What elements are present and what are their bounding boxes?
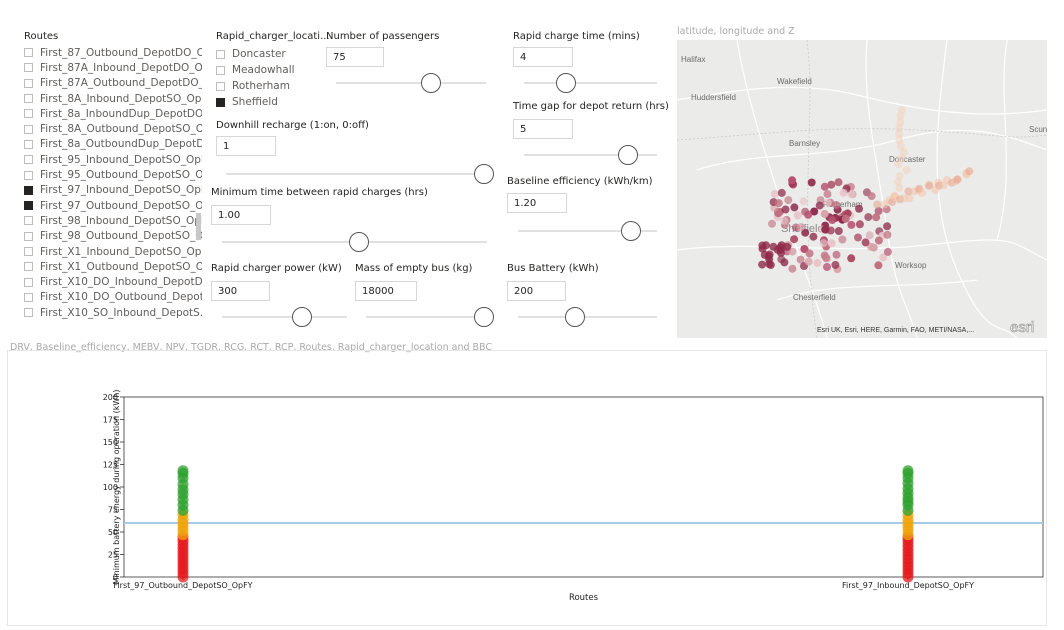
- data-point[interactable]: [177, 465, 189, 477]
- battery-energy-chart[interactable]: 0255075100125150175200Minimum battery en…: [0, 0, 1064, 630]
- data-point[interactable]: [902, 465, 914, 477]
- y-axis-label: Minimum battery energy during operation …: [112, 390, 121, 585]
- x-axis-label: Routes: [569, 593, 599, 603]
